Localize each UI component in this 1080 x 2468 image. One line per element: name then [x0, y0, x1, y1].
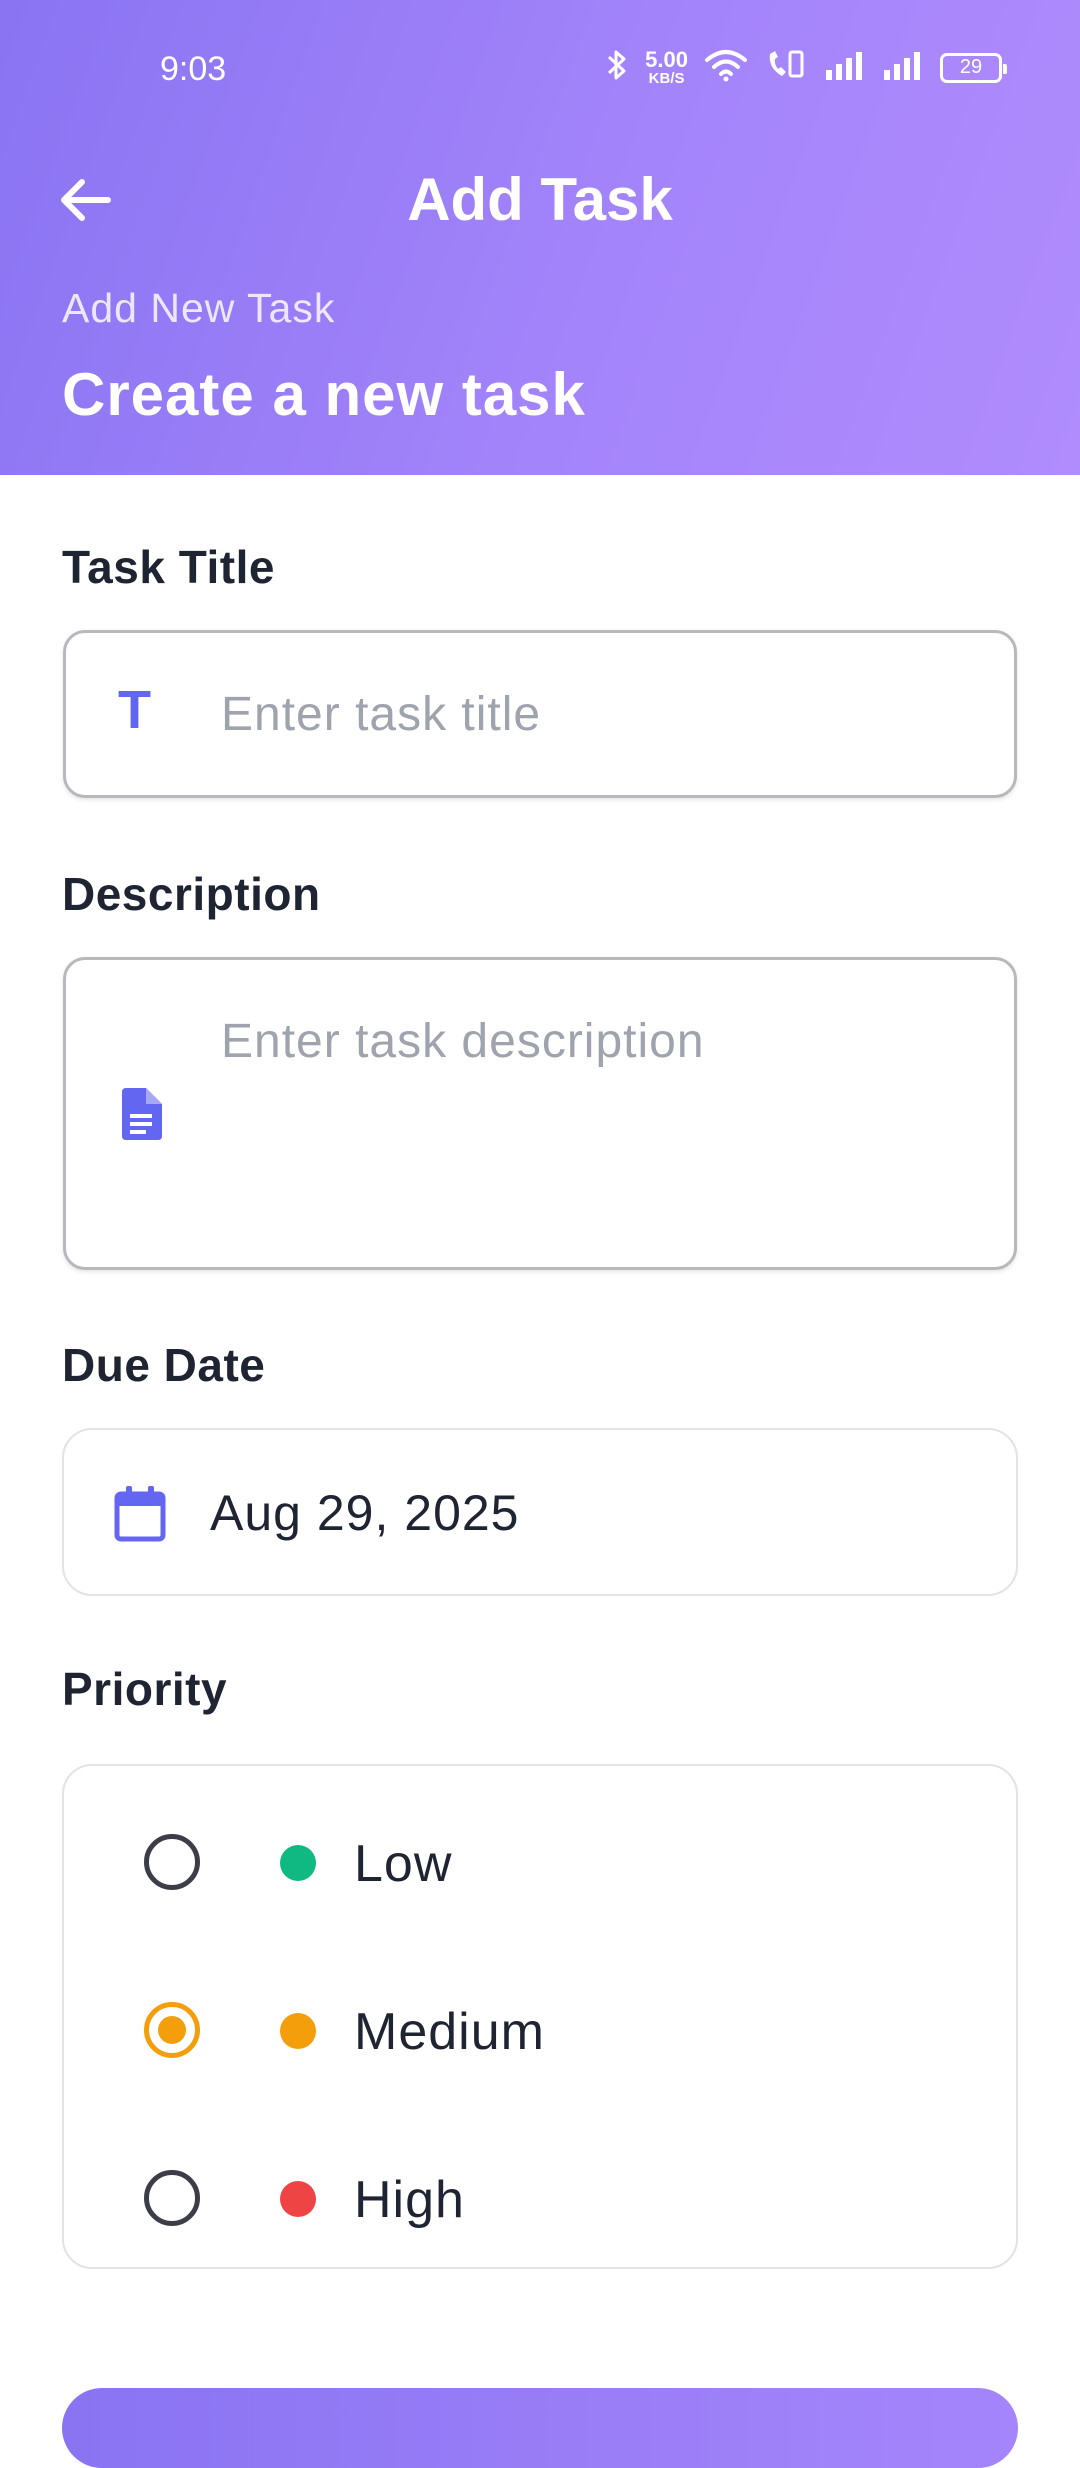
priority-dot-medium	[280, 2013, 316, 2049]
submit-button[interactable]	[62, 2388, 1018, 2468]
signal-icon-2	[882, 50, 924, 85]
due-date-picker[interactable]: Aug 29, 2025	[62, 1428, 1018, 1596]
task-title-label: Task Title	[62, 541, 275, 593]
radio-low[interactable]	[144, 1834, 200, 1890]
description-label: Description	[62, 868, 321, 920]
battery-level: 29	[959, 56, 983, 78]
battery-icon: 29	[940, 52, 1007, 83]
description-placeholder: Enter task description	[221, 1015, 705, 1068]
status-time: 9:03	[160, 50, 227, 88]
priority-label-low: Low	[354, 1835, 453, 1893]
calendar-icon	[114, 1486, 166, 1547]
priority-label-medium: Medium	[354, 2003, 545, 2061]
volte-call-icon	[764, 48, 808, 87]
priority-option-low[interactable]: Low	[64, 1802, 1020, 1922]
signal-icon-1	[824, 50, 866, 85]
network-speed-value: 5.00	[645, 47, 688, 72]
status-bar: 9:03 5.00 KB/S 29	[0, 0, 1080, 145]
page-title: Add Task	[407, 166, 673, 233]
description-input[interactable]: Enter task description	[63, 957, 1017, 1270]
app-bar: Add Task	[0, 145, 1080, 255]
radio-medium[interactable]	[144, 2002, 200, 2058]
network-speed: 5.00 KB/S	[645, 47, 688, 87]
priority-selector: Low Medium High	[62, 1764, 1018, 2269]
priority-dot-high	[280, 2181, 316, 2217]
priority-label-high: High	[354, 2171, 465, 2229]
network-speed-unit: KB/S	[648, 70, 685, 87]
radio-high[interactable]	[144, 2170, 200, 2226]
text-format-glyph: T	[118, 680, 151, 740]
header: 9:03 5.00 KB/S 29 Add Task Add New Task …	[0, 0, 1080, 475]
header-heading: Create a new task	[62, 361, 586, 428]
due-date-value: Aug 29, 2025	[210, 1485, 520, 1541]
due-date-label: Due Date	[62, 1339, 266, 1391]
task-title-placeholder: Enter task title	[221, 688, 542, 741]
bluetooth-icon	[605, 48, 629, 87]
status-icons: 5.00 KB/S 29	[605, 47, 1007, 87]
task-title-input[interactable]: T Enter task title	[63, 630, 1017, 798]
priority-option-high[interactable]: High	[64, 2138, 1020, 2258]
document-icon	[118, 1088, 162, 1140]
header-subtitle: Add New Task	[62, 285, 336, 331]
priority-label: Priority	[62, 1663, 228, 1715]
wifi-icon	[704, 48, 748, 87]
text-format-icon: T	[118, 679, 151, 741]
priority-dot-low	[280, 1845, 316, 1881]
priority-option-medium[interactable]: Medium	[64, 1970, 1020, 2090]
